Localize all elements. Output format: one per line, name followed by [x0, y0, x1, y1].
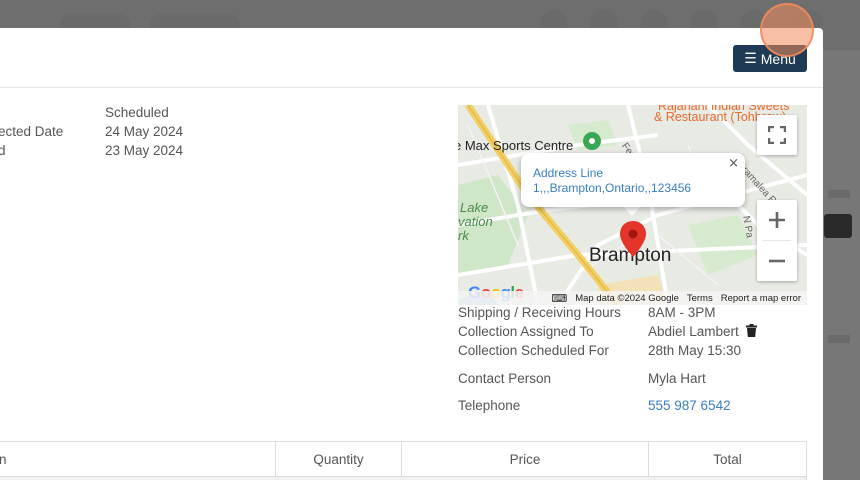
expected-date-value: 24 May 2024 — [105, 124, 184, 139]
map-label-park-line3: rk — [458, 228, 469, 243]
map-pin-icon[interactable] — [620, 221, 646, 257]
phone-link[interactable]: 555 987 6542 — [648, 398, 731, 413]
assigned-label: Collection Assigned To — [458, 324, 594, 339]
column-header-total[interactable]: Total — [648, 442, 806, 476]
menu-button-label: Menu — [760, 50, 796, 67]
map-report-link[interactable]: Report a map error — [721, 293, 801, 304]
map-footer: ⌨ Map data ©2024 Google Terms Report a m… — [458, 291, 807, 305]
scheduled-label: Collection Scheduled For — [458, 343, 609, 358]
keyboard-icon[interactable]: ⌨ — [551, 292, 567, 305]
modal-header: ☰ Menu — [0, 28, 823, 88]
background-ghost-button — [824, 214, 852, 238]
zoom-out-button[interactable] — [757, 241, 797, 281]
popup-address[interactable]: Address Line 1,,,Brampton,Ontario,,12345… — [533, 166, 733, 196]
status-value: Scheduled — [105, 105, 169, 120]
map-label-park-line1: Lake — [460, 200, 489, 215]
background-ghost-line — [828, 335, 850, 343]
hours-value: 8AM - 3PM — [648, 305, 716, 320]
menu-button[interactable]: ☰ Menu — [733, 45, 807, 72]
date-label: d — [0, 143, 6, 158]
popup-close-icon[interactable]: × — [728, 156, 739, 171]
background-ghost-line — [828, 190, 850, 198]
hours-label: Shipping / Receiving Hours — [458, 305, 621, 320]
fullscreen-icon — [768, 126, 786, 144]
map-terms-link[interactable]: Terms — [687, 293, 713, 304]
collection-details-modal: ☰ Menu Scheduled ected Date 24 May 2024 … — [0, 28, 823, 480]
column-header-item[interactable]: n — [0, 442, 276, 476]
contact-value: Myla Hart — [648, 371, 706, 386]
assigned-row: Abdiel Lambert — [648, 324, 757, 339]
map-label-park-line2: vation — [458, 214, 493, 229]
column-header-price[interactable]: Price — [401, 442, 648, 476]
map-info-popup: Address Line 1,,,Brampton,Ontario,,12345… — [521, 153, 745, 207]
map-data-attribution: Map data ©2024 Google — [575, 292, 679, 304]
assigned-value: Abdiel Lambert — [648, 324, 739, 339]
zoom-in-button[interactable] — [757, 200, 797, 240]
minus-icon — [769, 259, 785, 263]
contact-label: Contact Person — [458, 371, 552, 386]
phone-label: Telephone — [458, 398, 521, 413]
map-fullscreen-button[interactable] — [757, 115, 797, 155]
trash-icon[interactable] — [745, 324, 757, 337]
map-label-sports-centre: e Max Sports Centre — [458, 138, 574, 153]
scheduled-value: 28th May 15:30 — [648, 343, 742, 358]
plus-icon — [769, 212, 785, 228]
expected-date-label: ected Date — [0, 124, 64, 139]
date-value: 23 May 2024 — [105, 143, 184, 158]
location-map[interactable]: e Max Sports Centre Rajanani Indian Swee… — [458, 105, 807, 305]
column-header-quantity[interactable]: Quantity — [275, 442, 401, 476]
items-table-header: n Quantity Price Total — [0, 441, 807, 477]
hamburger-icon: ☰ — [744, 50, 757, 66]
popup-tail — [623, 206, 641, 216]
map-zoom-controls — [757, 200, 797, 281]
